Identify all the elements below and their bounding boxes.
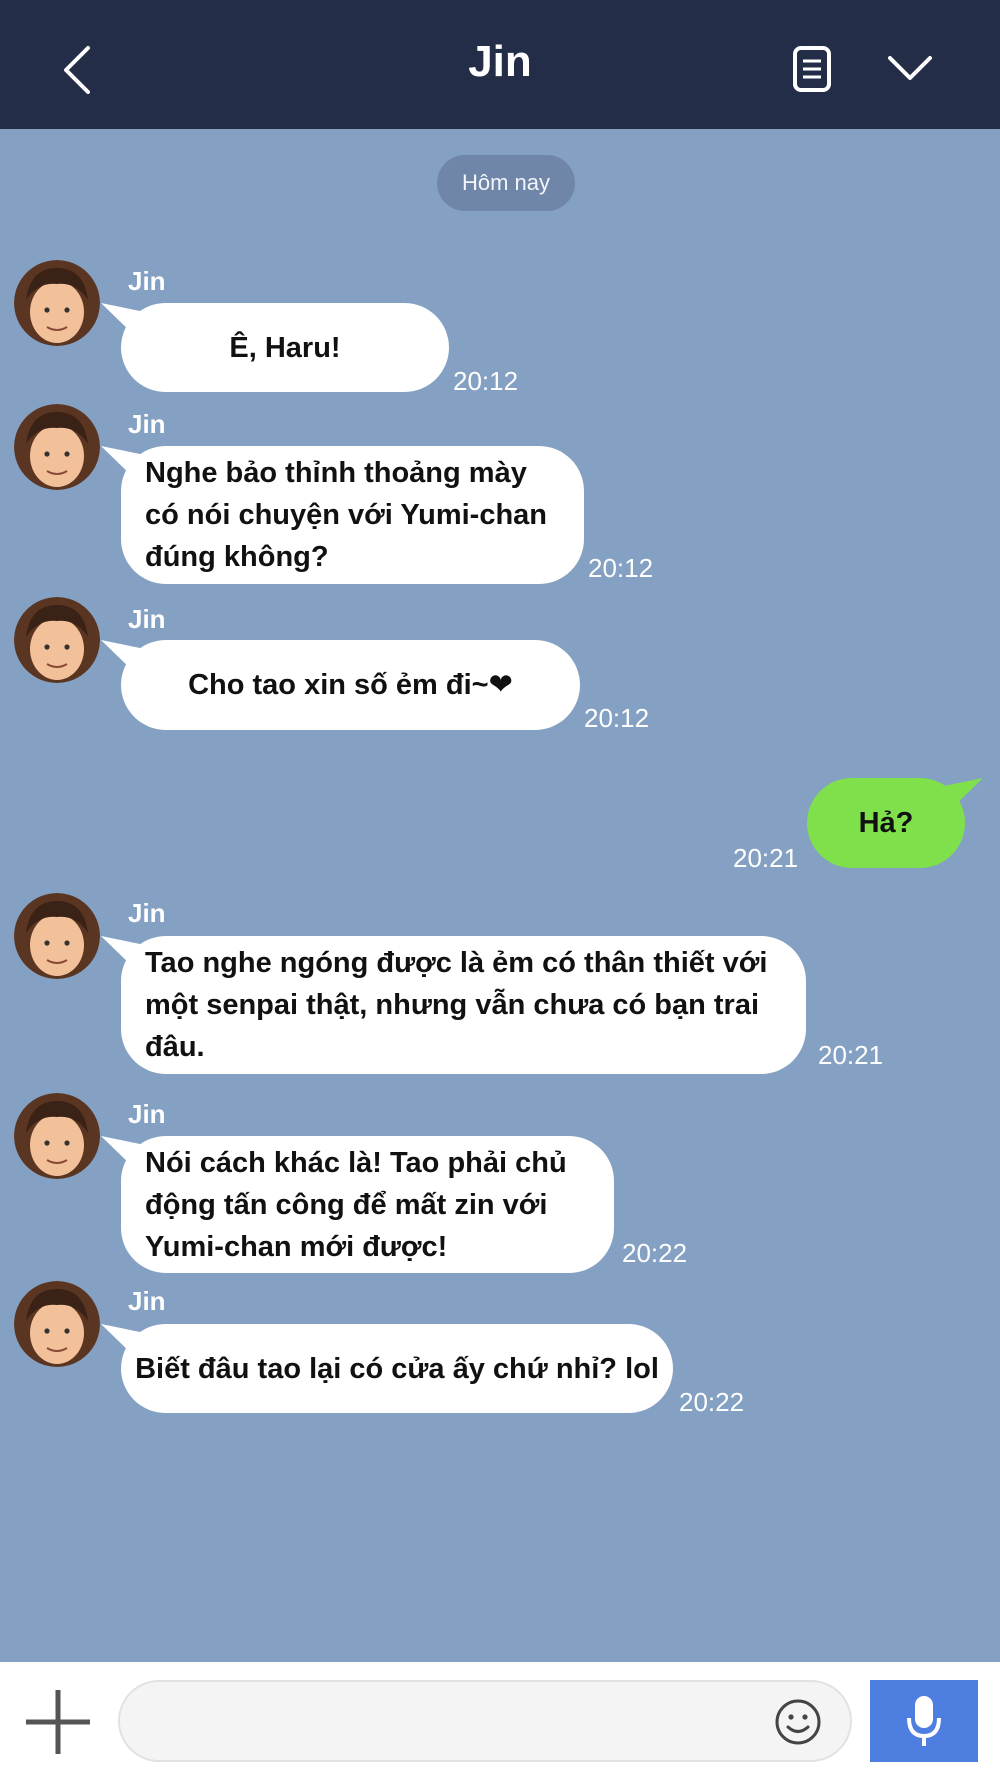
message-line: Nói cách khác là! Tao phải chủ [145,1146,567,1179]
avatar[interactable] [14,1281,100,1367]
message-time: 20:22 [679,1387,745,1417]
message-bubble[interactable]: Nghe bảo thỉnh thoảng mày có nói chuyện … [121,446,584,584]
avatar-face-icon [14,893,100,979]
message-bubble[interactable]: Biết đâu tao lại có cửa ấy chứ nhỉ? lol [121,1324,673,1413]
notes-icon[interactable] [792,45,832,93]
avatar-face-icon [14,597,100,683]
message-bubble[interactable]: Nói cách khác là! Tao phải chủ động tấn … [121,1136,614,1273]
message-text: Biết đâu tao lại có cửa ấy chứ nhỉ? lol [135,1352,659,1385]
message-line: đúng không? [145,541,329,573]
microphone-icon [907,1696,941,1746]
message-text: Cho tao xin số ẻm đi~❤ [188,669,513,701]
avatar[interactable] [14,260,100,346]
message-line: đâu. [145,1031,205,1063]
message-bubble[interactable]: Tao nghe ngóng được là ẻm có thân thiết … [121,936,806,1074]
message-time: 20:12 [584,703,650,733]
sender-name: Jin [128,604,166,634]
outgoing-message-bubble[interactable]: Hả? [807,778,965,868]
message-time: 20:21 [733,843,799,873]
message-line: có nói chuyện với Yumi-chan [145,499,548,531]
chat-header: Jin [0,0,1000,129]
plus-icon[interactable] [24,1688,92,1756]
avatar-face-icon [14,404,100,490]
message-line: Tao nghe ngóng được là ẻm có thân thiết … [145,947,768,979]
avatar[interactable] [14,404,100,490]
message-text: Hả? [858,807,914,839]
message-time: 20:12 [588,553,654,583]
message-input[interactable] [118,1680,852,1762]
avatar-face-icon [14,1093,100,1179]
sender-name: Jin [128,1099,166,1129]
message-line: động tấn công để mất zin với [145,1188,548,1221]
message-time: 20:22 [622,1238,688,1268]
sender-name: Jin [128,1286,166,1316]
chat-title: Jin [468,37,532,86]
avatar-face-icon [14,1281,100,1367]
message-line: một senpai thật, nhưng vẫn chưa có bạn t… [145,989,760,1021]
message-composer [0,1662,1000,1778]
message-bubble[interactable]: Ê, Haru! [121,303,449,392]
sender-name: Jin [128,409,166,439]
message-line: Yumi-chan mới được! [145,1230,448,1263]
sender-name: Jin [128,898,166,928]
avatar[interactable] [14,597,100,683]
smile-icon[interactable] [774,1698,822,1746]
avatar[interactable] [14,1093,100,1179]
avatar-face-icon [14,260,100,346]
date-separator: Hôm nay [437,155,575,211]
voice-message-button[interactable] [870,1680,978,1762]
message-bubble[interactable]: Cho tao xin số ẻm đi~❤ [121,640,580,730]
message-line: Nghe bảo thỉnh thoảng mày [145,457,527,489]
message-time: 20:21 [818,1040,884,1070]
chevron-down-icon[interactable] [887,54,933,82]
avatar[interactable] [14,893,100,979]
message-time: 20:12 [453,366,519,396]
message-text: Ê, Haru! [229,331,341,364]
sender-name: Jin [128,266,166,296]
